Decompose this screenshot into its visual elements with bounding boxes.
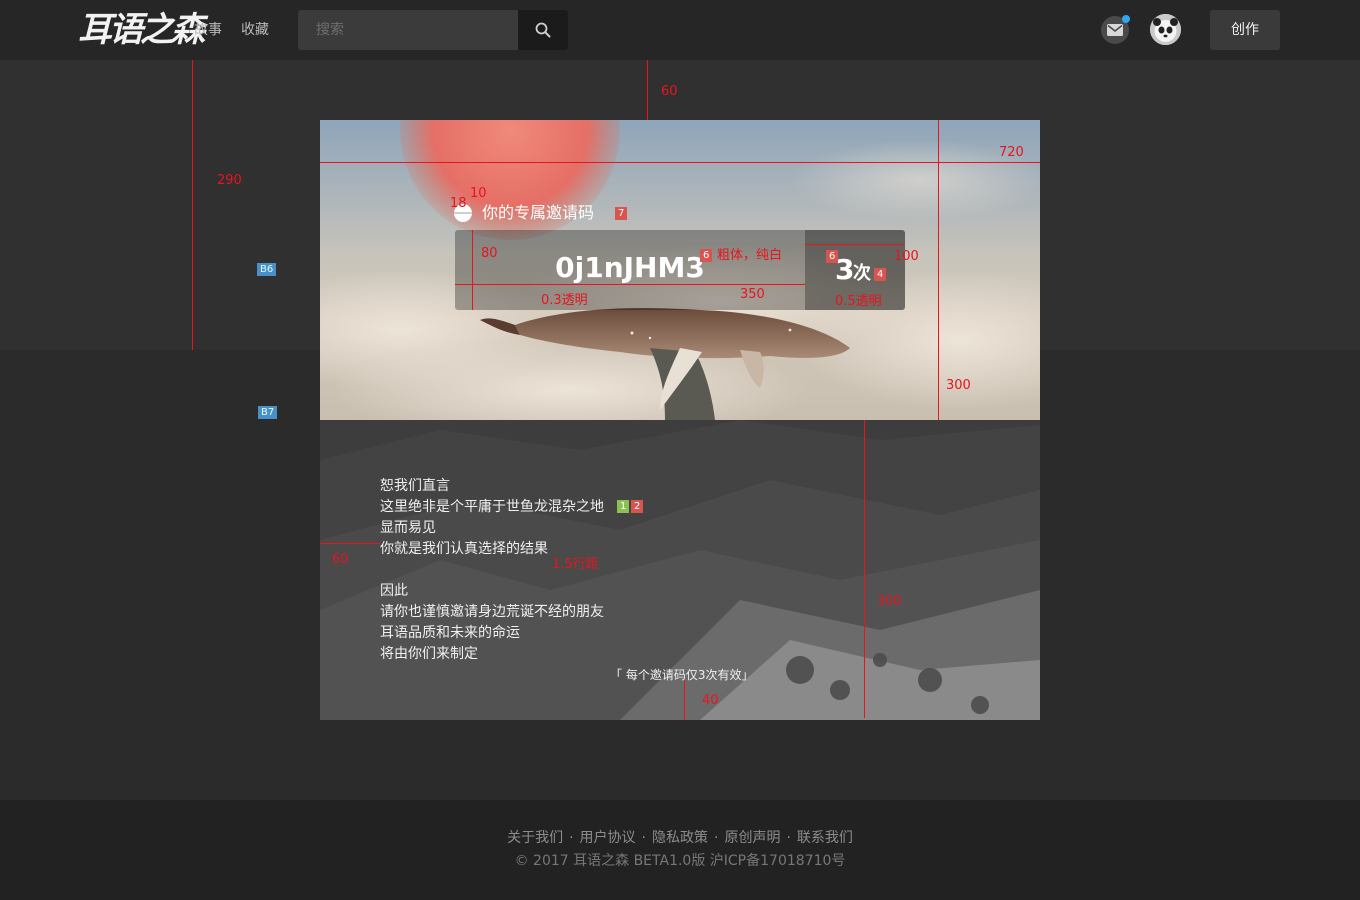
spec-line-box-width	[455, 284, 805, 285]
footer-link-terms[interactable]: 用户协议	[580, 830, 636, 846]
spec-label-dot-gap: 10	[470, 186, 487, 201]
nav-stories[interactable]: 故事	[194, 20, 222, 40]
footer-separator: ·	[641, 830, 646, 846]
manifesto-line: 将由你们来制定	[380, 646, 478, 662]
footer-link-originality[interactable]: 原创声明	[724, 830, 780, 846]
search-input[interactable]	[298, 10, 518, 50]
spec-label-bottom-gap: 40	[702, 693, 719, 708]
spec-tag: 6	[826, 250, 839, 263]
footer-link-privacy[interactable]: 隐私政策	[652, 830, 708, 846]
footer-link-contact[interactable]: 联系我们	[797, 830, 853, 846]
footer-link-about[interactable]: 关于我们	[507, 830, 563, 846]
spec-tag: 2	[631, 500, 644, 513]
footer-links: 关于我们 · 用户协议 · 隐私政策 · 原创声明 · 联系我们	[0, 828, 1360, 848]
spec-label-hero-width: 720	[999, 145, 1024, 160]
footer-separator: ·	[569, 830, 574, 846]
create-button[interactable]: 创作	[1210, 10, 1280, 50]
spec-label-line-height: 1.5行距	[552, 557, 599, 572]
spec-band-tag: B6	[257, 263, 277, 276]
spec-line-hero-height	[938, 120, 939, 420]
invite-hero-banner: 你的专属邀请码 0j1nJHM3 3 次	[320, 120, 1040, 420]
manifesto-line: 显而易见	[380, 520, 436, 536]
spec-label-opacity-03: 0.3透明	[541, 293, 588, 308]
spec-label-left-offset: 290	[217, 173, 242, 188]
spec-line-count-width	[805, 244, 905, 245]
search-icon	[535, 22, 551, 38]
spec-label-box-width: 350	[740, 287, 765, 302]
spec-line-text-left	[320, 543, 380, 544]
notification-dot	[1122, 15, 1130, 23]
spec-tag: 7	[615, 207, 628, 220]
spec-label-opacity-05: 0.5透明	[835, 294, 882, 309]
spec-label-bold-white: 粗体，纯白	[717, 248, 783, 263]
spec-tag: 6	[700, 249, 713, 262]
manifesto-line: 因此	[380, 583, 408, 599]
spec-line-top-margin	[647, 60, 648, 120]
spec-label-box-height: 80	[481, 246, 498, 261]
panda-avatar-icon	[1150, 14, 1181, 45]
top-navigation-bar: 耳语之森 故事 收藏 创作	[0, 0, 1360, 60]
manifesto-line: 请你也谨慎邀请身边荒诞不经的朋友	[380, 604, 604, 620]
copyright-text: © 2017 耳语之森 BETA1.0版 沪ICP备17018710号	[514, 853, 846, 869]
messages-button[interactable]	[1101, 15, 1130, 44]
footer-separator: ·	[786, 830, 791, 846]
invite-usage-note: 「 每个邀请码仅3次有效」	[610, 668, 754, 682]
mail-icon	[1107, 24, 1123, 36]
manifesto-line: 恕我们直言	[380, 478, 450, 494]
spec-label-count-width: 100	[894, 249, 919, 264]
search-button[interactable]	[518, 10, 568, 50]
invite-code-title: 你的专属邀请码	[482, 203, 595, 222]
spec-tag: 4	[874, 268, 887, 281]
manifesto-section: 恕我们直言 这里绝非是个平庸于世鱼龙混杂之地 显而易见 你就是我们认真选择的结果…	[320, 420, 1040, 720]
spec-line-box-height	[472, 230, 473, 310]
user-avatar[interactable]	[1150, 14, 1181, 45]
spec-label-section-height: 300	[877, 594, 902, 609]
spec-label-hero-height: 300	[946, 378, 971, 393]
page-footer: 关于我们 · 用户协议 · 隐私政策 · 原创声明 · 联系我们 © 2017 耳语之森 BET…	[0, 800, 1360, 900]
footer-separator: ·	[714, 830, 719, 846]
spec-label-text-left: 60	[332, 552, 349, 567]
manifesto-line: 耳语品质和未来的命运	[380, 625, 520, 641]
spec-line-section-height	[864, 420, 865, 718]
spec-band-tag: B7	[258, 406, 278, 419]
spec-label-dot-size: 18	[450, 196, 467, 211]
manifesto-line: 这里绝非是个平庸于世鱼龙混杂之地	[380, 499, 604, 515]
nav-favorites[interactable]: 收藏	[241, 20, 269, 40]
spec-line-hero-width	[320, 162, 1040, 163]
spec-line-bottom-gap	[684, 680, 685, 720]
spec-tag: 1	[617, 500, 630, 513]
remaining-uses-unit: 次	[853, 263, 871, 284]
spec-line-left-offset	[192, 60, 193, 350]
spec-label-top-margin: 60	[661, 84, 678, 99]
site-logo[interactable]: 耳语之森	[78, 8, 205, 52]
